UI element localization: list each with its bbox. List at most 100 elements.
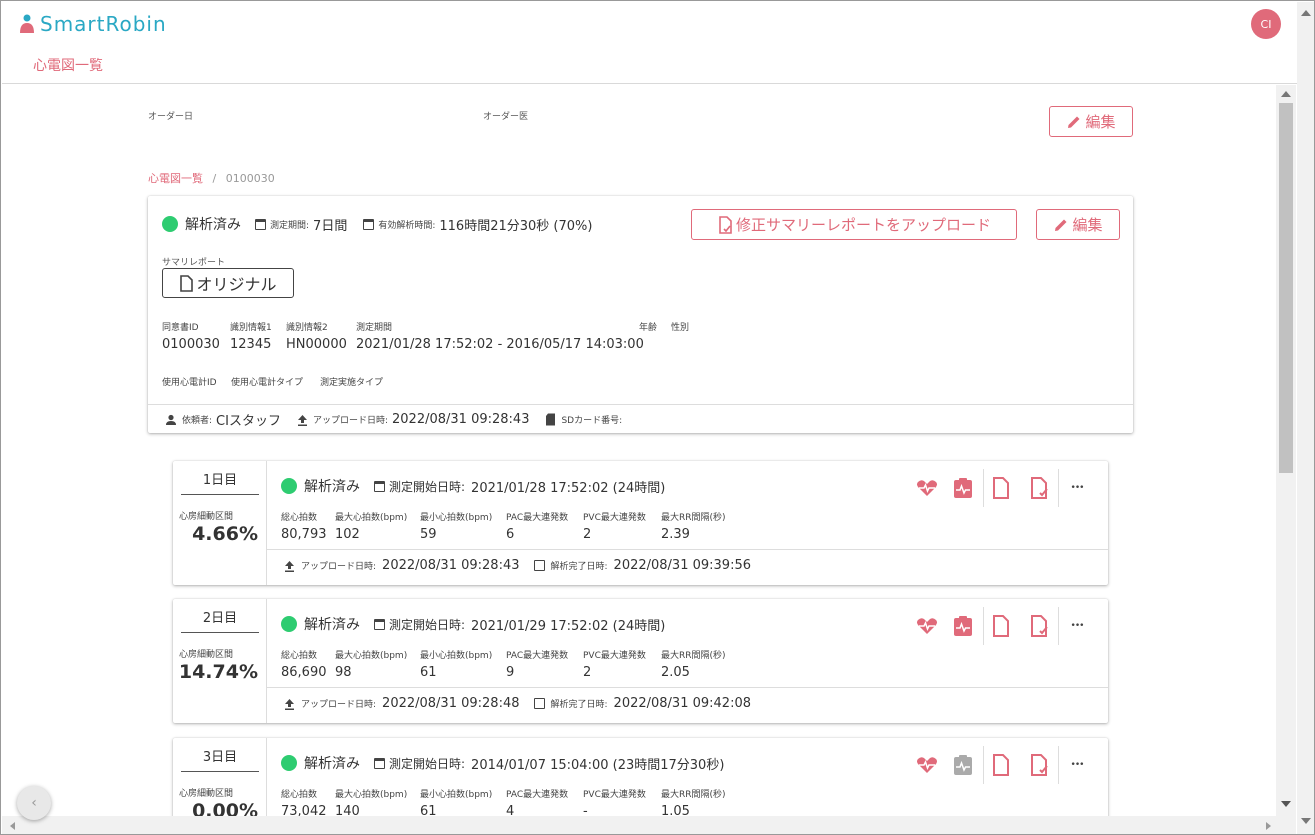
day-card[interactable]: 1日目 心房細動区間 4.66% 解析済み 測定開始日時: 2021/01/28 17:5… — [173, 461, 1108, 585]
icon-divider — [1058, 607, 1059, 645]
col-max: 最大心拍数(bpm) 98 — [335, 651, 408, 680]
scroll-right-arrow-icon[interactable] — [1266, 822, 1271, 830]
user-avatar[interactable]: CI — [1251, 9, 1281, 39]
logo-text: SmartRobin — [40, 12, 167, 36]
col-rr: 最大RR間隔(秒) 2.05 — [661, 651, 726, 680]
more-options-icon[interactable]: ••• — [1062, 746, 1092, 784]
field-device-id: 使用心電計ID — [162, 378, 217, 388]
ecg-heart-icon[interactable] — [912, 607, 942, 645]
ecg-clipboard-icon[interactable] — [948, 607, 978, 645]
day-divider — [267, 687, 1108, 688]
status-ok-icon — [281, 616, 297, 632]
col-pac: PAC最大連発数 9 — [506, 651, 569, 680]
col-pvc: PVC最大連発数 2 — [583, 651, 646, 680]
file-icon — [180, 274, 194, 292]
field-consent-id: 同意書ID 0100030 — [162, 323, 220, 352]
icon-divider — [1058, 469, 1059, 507]
report-file-icon[interactable] — [986, 469, 1016, 507]
scroll-down-arrow-icon[interactable] — [1281, 801, 1291, 807]
effective-value: 116時間21分30秒 (70%) — [439, 218, 593, 234]
af-label: 心房細動区間 — [179, 650, 234, 660]
collapse-fab-button[interactable]: ‹ — [17, 786, 51, 820]
scroll-down-arrow-icon[interactable] — [1301, 818, 1311, 824]
calendar-check-icon — [533, 560, 545, 571]
ecg-clipboard-icon[interactable] — [948, 469, 978, 507]
report-file-check-icon[interactable] — [1025, 469, 1055, 507]
day-status: 解析済み — [304, 479, 360, 495]
status-ok-icon — [281, 755, 297, 771]
scroll-left-arrow-icon[interactable] — [10, 822, 15, 830]
person-icon — [166, 414, 176, 425]
order-edit-button[interactable]: 編集 — [1049, 106, 1133, 137]
breadcrumb-current: 0100030 — [225, 172, 275, 185]
icon-divider — [983, 746, 984, 784]
upload-summary-report-label: 修正サマリーレポートをアップロード — [735, 216, 991, 234]
col-pac: PAC最大連発数 6 — [506, 513, 569, 542]
content-scrollbar[interactable] — [1276, 85, 1296, 816]
logo[interactable]: SmartRobin — [18, 12, 167, 36]
day-name: 3日目 — [181, 746, 259, 772]
upload-icon — [297, 414, 307, 426]
day-card[interactable]: 2日目 心房細動区間 14.74% 解析済み 測定開始日時: 2021/01/29 17:… — [173, 599, 1108, 723]
horizontal-scrollbar[interactable] — [2, 816, 1296, 834]
ecg-heart-icon[interactable] — [912, 469, 942, 507]
icon-divider — [1058, 746, 1059, 784]
report-file-icon[interactable] — [986, 746, 1016, 784]
day-card[interactable]: 3日目 心房細動区間 0.00% 解析済み 測定開始日時: 2014/01/07 15:0… — [173, 738, 1108, 816]
done-label: 解析完了日時: — [550, 700, 608, 710]
page-title[interactable]: 心電図一覧 — [33, 55, 103, 75]
file-upload-icon — [719, 215, 732, 234]
start-label: 測定開始日時: — [389, 479, 466, 494]
field-age: 年齢 — [639, 323, 658, 333]
scrollbar-thumb[interactable] — [1279, 103, 1293, 473]
app-header: SmartRobin 心電図一覧 CI — [2, 2, 1297, 84]
col-total: 総心拍数 73,042 — [281, 790, 327, 816]
ecg-clipboard-icon[interactable] — [948, 746, 978, 784]
report-file-icon[interactable] — [986, 607, 1016, 645]
report-file-check-icon[interactable] — [1025, 746, 1055, 784]
icon-divider — [983, 607, 984, 645]
col-max: 最大心拍数(bpm) 102 — [335, 513, 408, 542]
more-options-icon[interactable]: ••• — [1062, 607, 1092, 645]
more-options-icon[interactable]: ••• — [1062, 469, 1092, 507]
day-status-row: 解析済み 測定開始日時: 2014/01/07 15:04:00 (23時間17分3… — [281, 753, 724, 773]
breadcrumb-parent-link[interactable]: 心電図一覧 — [148, 172, 203, 185]
window-scrollbar[interactable] — [1297, 2, 1314, 834]
pencil-icon — [1068, 116, 1080, 128]
report-file-check-icon[interactable] — [1025, 607, 1055, 645]
af-value: 14.74% — [178, 661, 258, 683]
col-total: 総心拍数 86,690 — [281, 651, 327, 680]
col-min: 最小心拍数(bpm) 61 — [420, 651, 493, 680]
summary-edit-button[interactable]: 編集 — [1036, 209, 1120, 240]
ecg-heart-icon[interactable] — [912, 746, 942, 784]
day-summary: 1日目 心房細動区間 4.66% — [173, 461, 267, 585]
col-total: 総心拍数 80,793 — [281, 513, 327, 542]
col-rr: 最大RR間隔(秒) 1.05 — [661, 790, 726, 816]
start-label: 測定開始日時: — [389, 756, 466, 771]
day-footer: アップロード日時: 2022/08/31 09:28:48 解析完了日時: 2022/… — [284, 696, 751, 711]
upload-summary-report-button[interactable]: 修正サマリーレポートをアップロード — [691, 209, 1017, 240]
summary-card: 解析済み 測定期間: 7日間 有効解析時間: 116時間21分30秒 (70%)… — [148, 196, 1133, 433]
scroll-up-arrow-icon[interactable] — [1301, 10, 1311, 16]
pencil-icon — [1055, 219, 1067, 231]
calendar-icon — [363, 218, 375, 230]
col-pac: PAC最大連発数 4 — [506, 790, 569, 816]
summary-status: 解析済み — [185, 217, 241, 233]
effective-label: 有効解析時間: — [378, 220, 436, 231]
period-value: 7日間 — [313, 218, 348, 234]
order-date-label: オーダー日 — [148, 112, 194, 122]
upload-label: アップロード日時: — [301, 562, 377, 572]
day-summary: 3日目 心房細動区間 0.00% — [173, 738, 267, 816]
order-doctor-label: オーダー医 — [483, 112, 529, 122]
col-min: 最小心拍数(bpm) 59 — [420, 513, 493, 542]
scroll-up-arrow-icon[interactable] — [1281, 91, 1291, 97]
field-measure-type: 測定実施タイプ — [320, 378, 384, 388]
status-ok-icon — [281, 478, 297, 494]
day-status: 解析済み — [304, 617, 360, 633]
smartrobin-logo-icon — [20, 14, 34, 33]
original-report-button[interactable]: オリジナル — [162, 268, 294, 298]
col-min: 最小心拍数(bpm) 61 — [420, 790, 493, 816]
breadcrumb-separator: / — [212, 172, 217, 185]
upload-icon — [285, 560, 294, 572]
field-device-type: 使用心電計タイプ — [231, 378, 304, 388]
